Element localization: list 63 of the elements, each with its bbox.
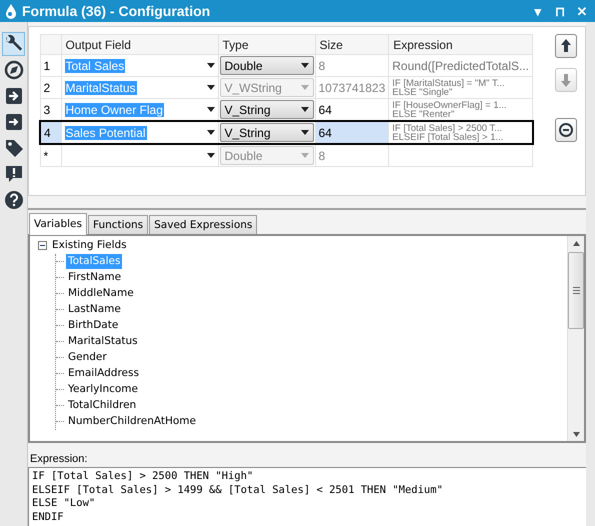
window-control[interactable]: ⊓ [551, 4, 569, 18]
tree-item[interactable]: EmailAddress [66, 366, 141, 382]
column-header[interactable]: Size [315, 34, 389, 54]
tree-item[interactable]: MaritalStatus [66, 334, 140, 350]
size-cell[interactable]: 64 [315, 121, 389, 144]
up-arrow-icon [559, 38, 573, 54]
column-header[interactable]: Output Field [61, 34, 218, 54]
move-up-button[interactable] [555, 34, 577, 58]
caret-icon [206, 63, 214, 68]
tree-item[interactable]: FirstName [66, 270, 124, 286]
tree-item[interactable]: MiddleName [66, 286, 136, 302]
row-number: * [40, 144, 61, 166]
tree-item[interactable]: TotalChildren [66, 398, 138, 414]
caret-icon [300, 63, 308, 68]
tree-item[interactable]: LastName [66, 302, 123, 318]
type-dropdown[interactable]: V_String [220, 100, 314, 119]
field-name: Home Owner Flag [64, 102, 164, 116]
type-dropdown[interactable]: V_String [220, 123, 314, 142]
down-arrow-icon [559, 72, 573, 88]
expression-cell[interactable]: Round([PredictedTotalS... [388, 54, 532, 76]
tree-node[interactable]: Existing Fields [50, 238, 129, 254]
tree-item[interactable]: YearlyIncome [66, 382, 140, 398]
scrollbar[interactable] [567, 236, 584, 441]
caret-icon [206, 107, 214, 112]
remove-button[interactable] [555, 118, 577, 142]
window-title: Formula (36) - Configuration [22, 3, 212, 19]
caret-icon [206, 85, 214, 90]
help-icon[interactable] [2, 189, 24, 211]
caret-icon [206, 153, 214, 158]
grip-icon [572, 286, 580, 294]
caret-icon [300, 107, 308, 112]
scroll-down-icon [572, 432, 580, 437]
field-name: Sales Potential [64, 126, 147, 140]
type-dropdown[interactable]: Double [220, 56, 314, 75]
expression-cell[interactable]: IF [MaritalStatus] = "M" T... ELSE "Single" [388, 76, 532, 98]
compass-icon[interactable] [2, 59, 24, 81]
column-header[interactable]: Type [218, 34, 315, 54]
expression-editor[interactable]: IF [Total Sales] > 2500 THEN "High" ELSEIF [Total Sales] > 1499 && [Total Sales] < 2501 THEN "Medium" ELSE "Low" ENDIF [28, 467, 586, 526]
window-control[interactable]: ▾ [529, 4, 547, 18]
expression-cell[interactable]: IF [Total Sales] > 2500 T... ELSEIF [Total Sales] > 1... [388, 121, 532, 144]
row-number: 2 [40, 76, 61, 98]
caret-icon [300, 85, 308, 90]
tree-item[interactable]: NumberChildrenAtHome [66, 414, 198, 430]
column-header[interactable]: Expression [388, 34, 532, 54]
tab[interactable]: Variables [29, 212, 87, 235]
caret-icon [206, 130, 214, 135]
tab[interactable]: Functions [88, 214, 148, 234]
row-number: 4 [40, 121, 61, 144]
caret-icon [300, 130, 308, 135]
scroll-up-icon [572, 240, 580, 246]
field-name: Total Sales [64, 58, 126, 72]
minus-circle-icon [559, 122, 573, 138]
window-control[interactable]: ✕ [573, 4, 591, 18]
tree-item[interactable]: Gender [66, 350, 109, 366]
caret-icon [300, 153, 308, 158]
expression-cell[interactable] [388, 144, 532, 166]
expression-label: Expression: [29, 453, 88, 467]
drop-logo-icon [4, 3, 18, 19]
collapse-icon[interactable] [38, 241, 47, 250]
tab[interactable]: Saved Expressions [149, 214, 258, 234]
tree-item[interactable]: BirthDate [66, 318, 120, 334]
field-name: MaritalStatus [64, 80, 137, 94]
row-number: 1 [40, 54, 61, 76]
